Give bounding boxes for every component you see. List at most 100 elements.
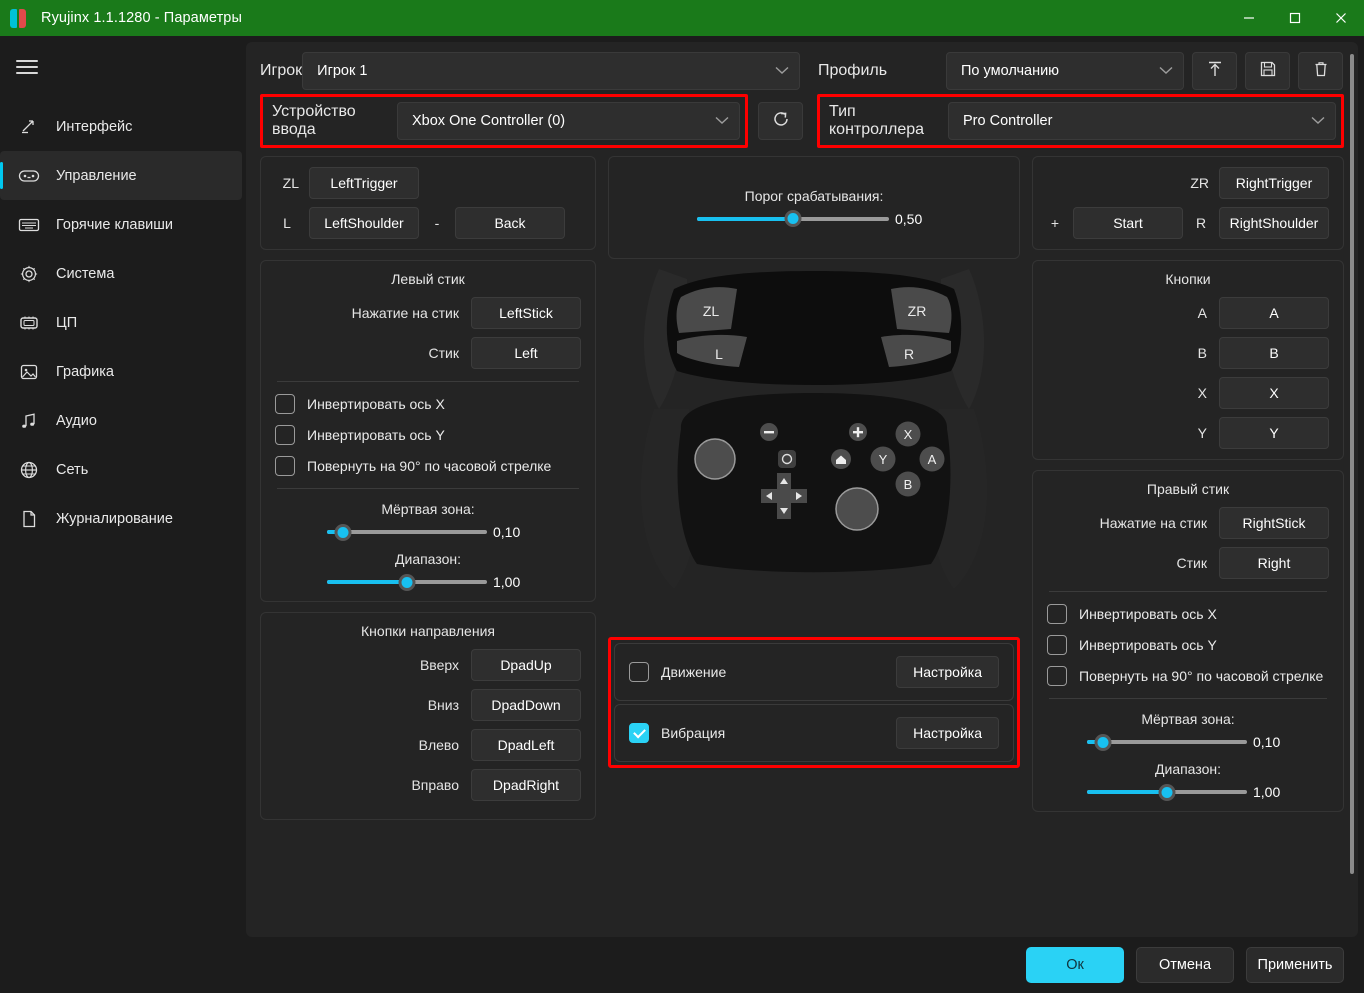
window-controls (1226, 0, 1364, 36)
minimize-button[interactable] (1226, 0, 1272, 36)
left-column: ZL LeftTrigger L LeftShoulder - Back Лев… (260, 156, 596, 820)
maximize-button[interactable] (1272, 0, 1318, 36)
right-stick-invert-x-checkbox[interactable] (1047, 604, 1067, 624)
document-icon (18, 508, 40, 530)
dpad-row: Вниз DpadDown (275, 689, 581, 721)
button-y-binding[interactable]: Y (1219, 417, 1329, 449)
scrollbar-thumb[interactable] (1350, 54, 1354, 874)
button-row: Y Y (1047, 417, 1329, 449)
interface-icon (18, 116, 40, 138)
vibration-checkbox[interactable] (629, 723, 649, 743)
left-stick-deadzone-slider[interactable] (327, 523, 487, 541)
refresh-devices-button[interactable] (758, 102, 803, 140)
sidebar-item-interface[interactable]: Интерфейс (0, 102, 246, 151)
trigger-threshold-slider[interactable] (697, 210, 889, 228)
sidebar-item-cpu[interactable]: ЦП (0, 298, 246, 347)
right-stick-rotate-row[interactable]: Повернуть на 90° по часовой стрелке (1047, 666, 1329, 686)
plus-label: + (1050, 215, 1060, 231)
left-stick-range-label: Диапазон: (395, 551, 461, 567)
left-stick-rotate-checkbox[interactable] (275, 456, 295, 476)
profile-label: Профиль (818, 62, 888, 79)
delete-profile-button[interactable] (1298, 52, 1343, 90)
right-stick-deadzone-value: 0,10 (1253, 734, 1281, 750)
sidebar-item-label: Журналирование (56, 510, 173, 527)
close-button[interactable] (1318, 0, 1364, 36)
sidebar-item-graphics[interactable]: Графика (0, 347, 246, 396)
sidebar-item-hotkeys[interactable]: Горячие клавиши (0, 200, 246, 249)
player-profile-row: Игрок Игрок 1 Профиль По умолчанию (260, 52, 1344, 90)
right-stick-rotate-checkbox[interactable] (1047, 666, 1067, 686)
minus-binding-button[interactable]: Back (455, 207, 565, 239)
sidebar-item-label: ЦП (56, 314, 78, 331)
button-x-binding[interactable]: X (1219, 377, 1329, 409)
left-stick-invert-x-checkbox[interactable] (275, 394, 295, 414)
profile-select[interactable]: По умолчанию (946, 52, 1184, 90)
right-stick-press-button[interactable]: RightStick (1219, 507, 1329, 539)
dpad-title: Кнопки направления (361, 623, 495, 639)
cancel-button[interactable]: Отмена (1136, 947, 1234, 983)
zr-binding-button[interactable]: RightTrigger (1219, 167, 1329, 199)
dpad-left-button[interactable]: DpadLeft (471, 729, 581, 761)
ok-button[interactable]: Ок (1026, 947, 1124, 983)
left-stick-press-button[interactable]: LeftStick (471, 297, 581, 329)
controller-preview: ZL ZR L R X Y A B (608, 259, 1020, 631)
chevron-down-icon (1159, 63, 1173, 79)
upload-arrow-icon (1206, 60, 1224, 83)
right-stick-invert-y-checkbox[interactable] (1047, 635, 1067, 655)
plus-binding-button[interactable]: Start (1073, 207, 1183, 239)
dpad-down-label: Вниз (427, 697, 459, 713)
app-logo-icon (10, 8, 32, 28)
l-binding-button[interactable]: LeftShoulder (309, 207, 419, 239)
chevron-down-icon (775, 63, 789, 79)
motion-panel: Движение Настройка (614, 643, 1014, 701)
divider (277, 381, 579, 382)
left-stick-rotate-row[interactable]: Повернуть на 90° по часовой стрелке (275, 456, 581, 476)
sidebar-item-audio[interactable]: Аудио (0, 396, 246, 445)
left-stick-invert-y-checkbox[interactable] (275, 425, 295, 445)
controller-type-select[interactable]: Pro Controller (948, 102, 1336, 140)
save-profile-button[interactable] (1245, 52, 1290, 90)
window-title: Ryujinx 1.1.1280 - Параметры (41, 10, 242, 26)
motion-config-button[interactable]: Настройка (896, 656, 999, 688)
menu-toggle-button[interactable] (0, 44, 54, 90)
left-triggers-panel: ZL LeftTrigger L LeftShoulder - Back (260, 156, 596, 250)
apply-button[interactable]: Применить (1246, 947, 1344, 983)
vibration-config-button[interactable]: Настройка (896, 717, 999, 749)
gamepad-icon (18, 165, 40, 187)
settings-scroll-area[interactable]: Игрок Игрок 1 Профиль По умолчанию Устро… (246, 42, 1358, 937)
right-stick-range-label: Диапазон: (1155, 761, 1221, 777)
controller-y-label: Y (879, 452, 888, 467)
right-stick-stick-button[interactable]: Right (1219, 547, 1329, 579)
sidebar-item-system[interactable]: Система (0, 249, 246, 298)
right-stick-invert-y-row[interactable]: Инвертировать ось Y (1047, 635, 1329, 655)
load-profile-button[interactable] (1192, 52, 1237, 90)
sidebar-item-logging[interactable]: Журналирование (0, 494, 246, 543)
right-stick-deadzone-slider[interactable] (1087, 733, 1247, 751)
cpu-icon (18, 312, 40, 334)
input-device-highlight: Устройство ввода Xbox One Controller (0) (260, 94, 748, 148)
motion-checkbox[interactable] (629, 662, 649, 682)
sidebar-item-controls[interactable]: Управление (0, 151, 242, 200)
dpad-right-button[interactable]: DpadRight (471, 769, 581, 801)
button-a-binding[interactable]: A (1219, 297, 1329, 329)
dpad-up-button[interactable]: DpadUp (471, 649, 581, 681)
input-device-value: Xbox One Controller (0) (412, 113, 566, 129)
dpad-left-label: Влево (418, 737, 459, 753)
left-stick-invert-y-row[interactable]: Инвертировать ось Y (275, 425, 581, 445)
controller-type-value: Pro Controller (963, 113, 1053, 129)
zl-binding-button[interactable]: LeftTrigger (309, 167, 419, 199)
right-stick-range-slider[interactable] (1087, 783, 1247, 801)
left-stick-range-slider[interactable] (327, 573, 487, 591)
left-stick-title: Левый стик (391, 271, 465, 287)
left-stick-invert-x-row[interactable]: Инвертировать ось X (275, 394, 581, 414)
dpad-down-button[interactable]: DpadDown (471, 689, 581, 721)
button-b-binding[interactable]: B (1219, 337, 1329, 369)
sidebar-item-network[interactable]: Сеть (0, 445, 246, 494)
player-select[interactable]: Игрок 1 (302, 52, 800, 90)
input-device-select[interactable]: Xbox One Controller (0) (397, 102, 740, 140)
left-stick-invert-y-label: Инвертировать ось Y (307, 427, 445, 443)
r-binding-button[interactable]: RightShoulder (1219, 207, 1329, 239)
vertical-scrollbar[interactable] (1349, 48, 1355, 931)
right-stick-invert-x-row[interactable]: Инвертировать ось X (1047, 604, 1329, 624)
left-stick-stick-button[interactable]: Left (471, 337, 581, 369)
